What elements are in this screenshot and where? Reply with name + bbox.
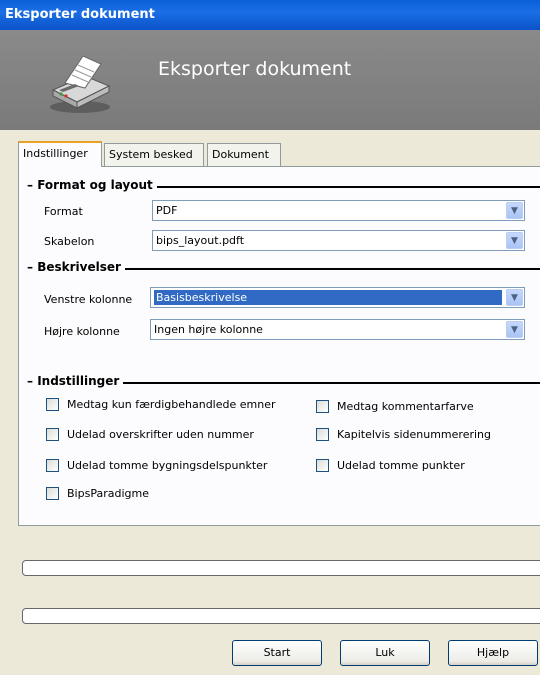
section-title-format: – Format og layout [27, 178, 157, 192]
checkbox-label: Medtag kommentarfarve [337, 400, 474, 413]
checkbox-label: Udelad tomme bygningsdelspunkter [67, 459, 268, 472]
progress-bar-current [22, 608, 540, 624]
checkbox[interactable] [316, 428, 329, 441]
template-select[interactable]: bips_layout.pdft ▼ [152, 230, 525, 251]
checkbox-label: BipsParadigme [67, 487, 149, 500]
checkbox[interactable] [46, 428, 59, 441]
checkbox-label: Udelad tomme punkter [337, 459, 465, 472]
checkbox[interactable] [316, 459, 329, 472]
format-label: Format [44, 205, 83, 218]
format-select[interactable]: PDF ▼ [152, 200, 525, 221]
tab-label: Indstillinger [23, 147, 88, 160]
checkbox[interactable] [316, 400, 329, 413]
left-column-label: Venstre kolonne [44, 293, 133, 306]
section-title-descriptions: – Beskrivelser [27, 260, 125, 274]
section-title-settings: – Indstillinger [27, 374, 124, 388]
checkbox-option[interactable]: Medtag kommentarfarve [316, 400, 474, 413]
header-banner: Eksporter dokument [0, 30, 540, 130]
format-value: PDF [156, 204, 178, 217]
checkbox-option[interactable]: BipsParadigme [46, 487, 149, 500]
chevron-down-icon[interactable]: ▼ [506, 289, 523, 306]
section-title-text: Format og layout [37, 178, 153, 192]
checkbox-label: Udelad overskrifter uden nummer [67, 428, 254, 441]
right-column-select[interactable]: Ingen højre kolonne ▼ [150, 319, 525, 340]
progress-bar-overall [22, 560, 540, 576]
printer-icon [50, 55, 111, 113]
right-column-value: Ingen højre kolonne [154, 323, 263, 336]
chevron-down-icon[interactable]: ▼ [506, 232, 523, 249]
tab-indstillinger[interactable]: Indstillinger [18, 141, 102, 167]
header-title: Eksporter dokument [158, 58, 352, 80]
window-title-bar[interactable]: Eksporter dokument [0, 0, 540, 30]
chevron-down-icon[interactable]: ▼ [506, 321, 523, 338]
start-button[interactable]: Start [232, 640, 322, 666]
checkbox[interactable] [46, 459, 59, 472]
tab-label: Dokument [212, 148, 269, 161]
tab-label: System besked [109, 148, 193, 161]
checkbox-option[interactable]: Udelad overskrifter uden nummer [46, 428, 254, 441]
section-title-text: Indstillinger [37, 374, 120, 388]
help-button[interactable]: Hjælp [448, 640, 538, 666]
checkbox-label: Medtag kun færdigbehandlede emner [67, 398, 276, 411]
right-column-label: Højre kolonne [44, 325, 120, 338]
template-label: Skabelon [44, 235, 95, 248]
tab-dokument[interactable]: Dokument [207, 143, 281, 167]
checkbox-option[interactable]: Udelad tomme bygningsdelspunkter [46, 459, 267, 472]
close-button[interactable]: Luk [340, 640, 430, 666]
checkbox[interactable] [46, 487, 59, 500]
checkbox-label: Kapitelvis sidenummerering [337, 428, 491, 441]
checkbox-option[interactable]: Udelad tomme punkter [316, 459, 465, 472]
left-column-value: Basisbeskrivelse [154, 290, 502, 305]
tab-system-besked[interactable]: System besked [104, 143, 204, 167]
window-title: Eksporter dokument [5, 7, 155, 22]
left-column-select[interactable]: Basisbeskrivelse ▼ [150, 287, 525, 308]
section-title-text: Beskrivelser [37, 260, 121, 274]
checkbox[interactable] [46, 398, 59, 411]
settings-panel: – Format og layout Format PDF ▼ Skabelon… [18, 166, 540, 526]
template-value: bips_layout.pdft [156, 234, 245, 247]
checkbox-option[interactable]: Kapitelvis sidenummerering [316, 428, 491, 441]
chevron-down-icon[interactable]: ▼ [506, 202, 523, 219]
checkbox-option[interactable]: Medtag kun færdigbehandlede emner [46, 398, 276, 411]
